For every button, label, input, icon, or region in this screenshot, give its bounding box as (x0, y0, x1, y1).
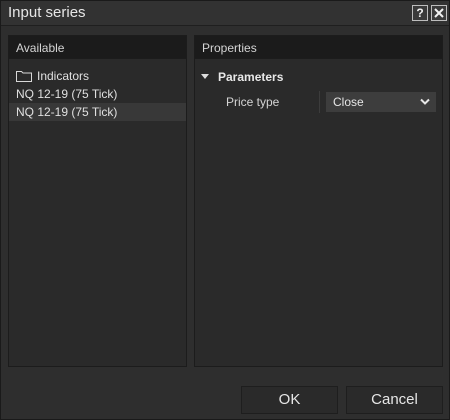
tree-item-label: NQ 12-19 (75 Tick) (16, 87, 118, 101)
available-panel: Available Indicators NQ 12-19 (75 Tick) … (8, 35, 187, 367)
available-header: Available (9, 36, 186, 59)
tree-item-label: NQ 12-19 (75 Tick) (16, 105, 118, 119)
folder-icon (16, 71, 32, 82)
tree-item-indicators[interactable]: Indicators (9, 67, 186, 85)
tree-item-series-selected[interactable]: NQ 12-19 (75 Tick) (9, 103, 186, 121)
tree-item-series[interactable]: NQ 12-19 (75 Tick) (9, 85, 186, 103)
chevron-down-icon (420, 98, 430, 105)
property-row-price-type: Price type Close (195, 89, 442, 115)
available-tree: Indicators NQ 12-19 (75 Tick) NQ 12-19 (… (9, 59, 186, 121)
close-icon (434, 8, 444, 18)
input-series-dialog: Input series ? Available Indicators NQ 1… (0, 0, 450, 420)
price-type-value: Close (333, 95, 364, 109)
caret-down-icon (201, 74, 209, 79)
cancel-button[interactable]: Cancel (346, 386, 443, 414)
price-type-label: Price type (226, 95, 280, 109)
properties-panel: Properties Parameters Price type Close (194, 35, 443, 367)
price-type-select[interactable]: Close (325, 91, 437, 113)
help-icon: ? (416, 6, 424, 20)
close-button[interactable] (431, 5, 447, 21)
parameters-group-label: Parameters (218, 70, 284, 84)
tree-item-label: Indicators (37, 69, 90, 83)
parameters-group-toggle[interactable]: Parameters (195, 67, 442, 87)
title-bar[interactable]: Input series ? (1, 1, 449, 26)
ok-button[interactable]: OK (241, 386, 338, 414)
help-button[interactable]: ? (412, 5, 428, 21)
properties-header: Properties (195, 36, 442, 59)
window-title: Input series (8, 4, 86, 21)
property-column-divider (319, 91, 320, 113)
